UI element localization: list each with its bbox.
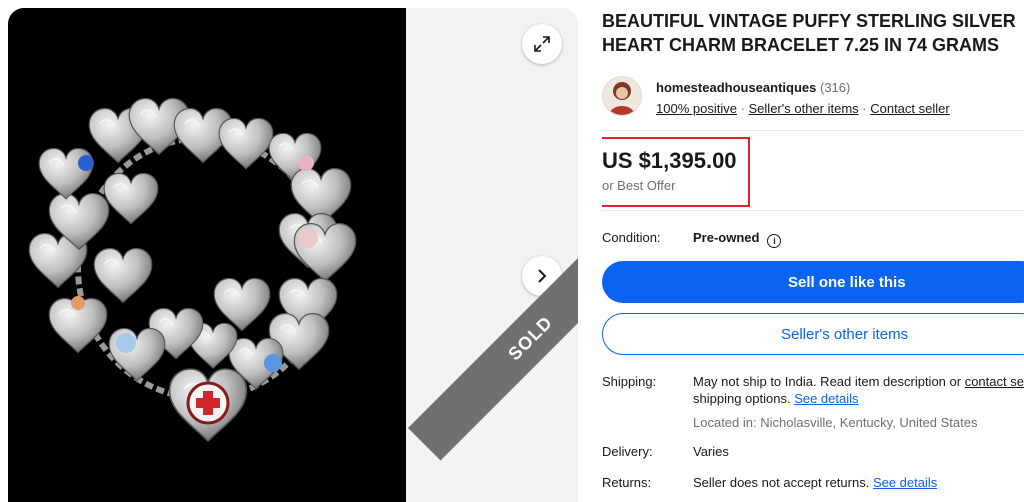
expand-image-button[interactable] [522,24,562,64]
shipping-see-details-link[interactable]: See details [794,391,858,406]
product-photo[interactable] [8,8,406,502]
shipping-text: May not ship to India. Read item descrip… [693,374,965,389]
shipping-value: May not ship to India. Read item descrip… [693,373,1024,431]
chevron-right-icon [538,269,547,283]
item-details-panel: BEAUTIFUL VINTAGE PUFFY STERLING SILVER … [602,0,1024,502]
divider [602,210,1024,211]
item-title-line2: HEART CHARM BRACELET 7.25 IN 74 GRAMS [602,35,1000,55]
condition-text: Pre-owned [693,230,760,245]
sell-one-like-this-button[interactable]: Sell one like this [602,261,1024,303]
returns-label: Returns: [602,475,652,490]
item-title-line1: BEAUTIFUL VINTAGE PUFFY STERLING SILVER [602,11,1016,31]
returns-value: Seller does not accept returns. See deta… [693,474,937,491]
item-price: US $1,395.00 [602,148,737,173]
seller-info: homesteadhouseantiques (316) 100% positi… [602,76,1024,120]
delivery-value: Varies [693,444,729,459]
separator: · [736,101,749,116]
shipping-label: Shipping: [602,374,657,389]
returns-see-details-link[interactable]: See details [873,475,937,490]
returns-text: Seller does not accept returns. [693,475,873,490]
condition-label: Condition: [602,230,661,245]
separator: · [858,101,871,116]
image-gallery: SOLD [8,8,578,502]
info-icon[interactable]: i [767,234,782,248]
seller-feedback-count: (316) [820,80,851,95]
item-title: BEAUTIFUL VINTAGE PUFFY STERLING SILVER … [602,9,1024,57]
best-offer-label: or Best Offer [602,178,676,193]
shipping-options-text: shipping options. [693,391,795,406]
seller-links: 100% positive · Seller's other items · C… [656,101,950,116]
avatar-image [603,77,641,115]
sold-label: SOLD [503,311,557,365]
positive-feedback-link[interactable]: 100% positive [656,101,737,116]
seller-name[interactable]: homesteadhouseantiques (316) [656,80,850,95]
seller-username[interactable]: homesteadhouseantiques [656,80,816,95]
expand-icon [534,36,550,52]
delivery-label: Delivery: [602,444,653,459]
seller-other-items-link[interactable]: Seller's other items [749,101,859,116]
sold-ribbon: SOLD [408,215,578,461]
contact-seller-link[interactable]: Contact seller [870,101,949,116]
seller-other-items-button[interactable]: Seller's other items [602,313,1024,355]
contact-seller-link[interactable]: contact seller [965,374,1024,389]
seller-avatar[interactable] [602,76,642,116]
divider [602,130,1024,131]
bracelet-image [28,98,357,443]
item-location: Located in: Nicholasville, Kentucky, Uni… [693,415,978,430]
condition-value: Pre-owned i [693,229,782,248]
